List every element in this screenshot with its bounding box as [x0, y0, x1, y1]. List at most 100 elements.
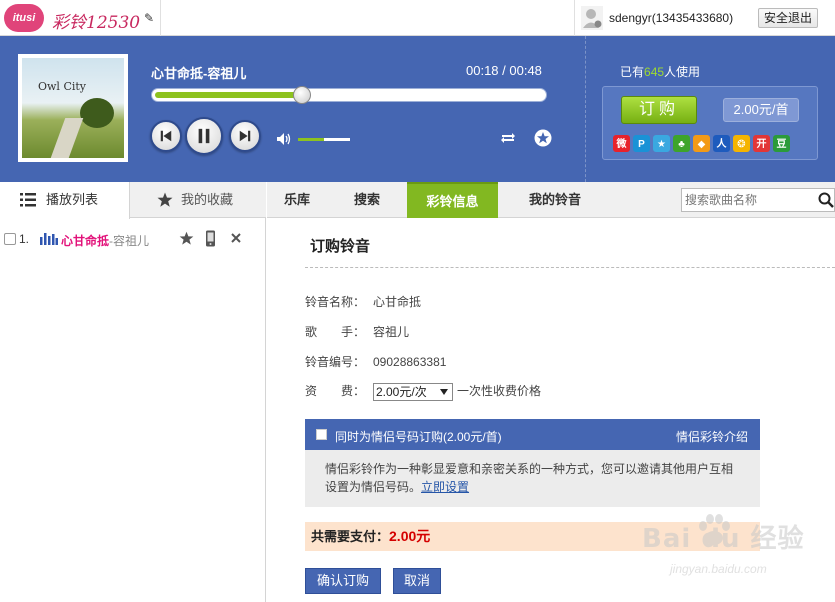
purchase-box: 订购 2.00元/首 微 P ★ ♣ ◆ 人 ❂ 开豆 [602, 86, 818, 160]
couple-desc-text: 情侣彩铃作为一种彰显爱意和亲密关系的一种方式，您可以邀请其他用户互相设置为情侣号… [325, 462, 734, 494]
album-art-tree [80, 98, 114, 128]
next-icon [239, 130, 251, 142]
album-cover: Owl City [18, 54, 128, 162]
favorite-icon[interactable] [179, 231, 194, 246]
tab-favorites[interactable]: 我的收藏 [131, 182, 266, 218]
user-count-prefix: 已有 [620, 65, 645, 79]
artist-value: 容祖儿 [373, 325, 410, 339]
buy-button[interactable]: 订购 [621, 96, 697, 124]
tab-playlist-label: 播放列表 [46, 192, 99, 207]
username: sdengyr(13435433680) [609, 11, 734, 25]
tab-favorites-label: 我的收藏 [181, 192, 234, 207]
user-count: 已有645人使用 [620, 63, 700, 80]
confirm-order-button[interactable]: 确认订购 [305, 568, 381, 594]
repeat-icon[interactable] [500, 131, 516, 145]
pause-button[interactable] [185, 117, 223, 155]
list-icon [20, 193, 36, 207]
cancel-button[interactable]: 取消 [393, 568, 441, 594]
playlist-item-artist: -容祖儿 [109, 234, 150, 248]
top-bar: itusi 彩铃12530 ✎ sdengyr(13435433680) 安全退… [0, 0, 835, 36]
star-icon [157, 192, 173, 207]
equalizer-icon [40, 233, 58, 245]
previous-icon [160, 130, 172, 142]
volume-fill [298, 138, 324, 141]
ringtone-code-value: 09028863381 [373, 355, 447, 369]
fee-label: 资 费： [305, 384, 366, 398]
progress-bar[interactable] [151, 86, 547, 104]
people-icon[interactable]: 人 [713, 135, 730, 152]
couple-ringtone-label: 同时为情侣号码订购(2.00元/首) [335, 430, 502, 444]
fee-note: 一次性收费价格 [457, 384, 542, 398]
clover-icon[interactable]: ♣ [673, 135, 690, 152]
playlist-item[interactable]: 1. 心甘命抵-容祖儿 [0, 230, 266, 250]
title-divider [305, 267, 835, 268]
box-icon[interactable]: ◆ [693, 135, 710, 152]
app-logo[interactable]: itusi 彩铃12530 ✎ [4, 4, 154, 33]
logout-button[interactable]: 安全退出 [758, 8, 818, 28]
ringtone-name-row: 铃音名称： 心甘命抵 [305, 293, 421, 310]
playlist-item-song: 心甘命抵 [61, 234, 110, 248]
progress-fill [155, 92, 300, 98]
renren-icon[interactable]: ★ [653, 135, 670, 152]
chevron-down-icon [440, 388, 448, 395]
tab-ringtone-info[interactable]: 彩铃信息 [407, 182, 498, 218]
player-panel: Owl City 心甘命抵-容祖儿 00:18 / 00:48 已有645人使用… [0, 36, 835, 182]
fee-select-value: 2.00元/次 [376, 384, 427, 399]
share-icons: 微 P ★ ♣ ◆ 人 ❂ 开豆 [613, 135, 793, 153]
order-content: 订购铃音 铃音名称： 心甘命抵 歌 手： 容祖儿 铃音编号： 09028863381 … [267, 219, 835, 602]
volume-slider[interactable] [298, 138, 350, 141]
couple-ringtone-intro-link[interactable]: 情侣彩铃介绍 [676, 428, 748, 445]
playlist-item-title: 心甘命抵-容祖儿 [61, 232, 149, 249]
favorite-star-icon[interactable] [534, 129, 552, 147]
total-amount: 2.00元 [389, 528, 431, 544]
tab-search[interactable]: 搜索 [337, 182, 397, 218]
qzone-icon[interactable]: P [633, 135, 650, 152]
previous-button[interactable] [150, 120, 182, 152]
album-art-title: Owl City [38, 80, 87, 93]
main-nav: 乐库 搜索 彩铃信息 我的铃音 [267, 182, 835, 218]
tab-my-ringtones[interactable]: 我的铃音 [505, 182, 605, 218]
ringtone-code-label: 铃音编号： [305, 355, 366, 369]
search-input[interactable] [682, 189, 812, 211]
ringtone-name-value: 心甘命抵 [373, 295, 422, 309]
fee-select[interactable]: 2.00元/次 [373, 382, 453, 401]
fee-row: 资 费： 2.00元/次 一次性收费价格 [305, 382, 541, 401]
total-label: 共需要支付： [311, 529, 390, 544]
album-art-road [50, 118, 84, 158]
total-payment: 共需要支付：2.00元 [305, 522, 760, 551]
left-panel: 播放列表 我的收藏 1. 心甘命抵-容祖儿 [0, 182, 266, 602]
kaixin-icon[interactable]: ❂ [733, 135, 750, 152]
sina-icon[interactable]: 微 [613, 135, 630, 152]
playlist-item-index: 1. [19, 232, 30, 246]
pause-icon [198, 128, 210, 144]
progress-knob[interactable] [293, 86, 311, 104]
artist-row: 歌 手： 容祖儿 [305, 323, 409, 340]
kai-icon[interactable]: 开 [753, 135, 770, 152]
now-playing-title: 心甘命抵-容祖儿 [151, 66, 247, 81]
user-avatar-icon [581, 6, 603, 30]
volume-icon[interactable] [276, 132, 292, 146]
user-count-number: 645 [644, 65, 665, 79]
logo-badge: itusi [4, 4, 44, 32]
tab-library[interactable]: 乐库 [267, 182, 327, 218]
divider [160, 0, 161, 36]
douban-icon[interactable]: 豆 [773, 135, 790, 152]
artist-label: 歌 手： [305, 325, 366, 339]
search-box [681, 188, 835, 212]
close-icon[interactable] [229, 231, 243, 245]
tab-playlist[interactable]: 播放列表 [0, 182, 130, 219]
edit-icon[interactable]: ✎ [144, 11, 154, 25]
playlist-item-checkbox[interactable] [4, 233, 16, 245]
next-button[interactable] [229, 120, 261, 152]
left-tabs: 播放列表 我的收藏 [0, 182, 266, 219]
setup-now-link[interactable]: 立即设置 [421, 480, 469, 494]
set-ringtone-icon[interactable] [204, 230, 217, 247]
price-tag: 2.00元/首 [723, 98, 799, 122]
user-count-suffix: 人使用 [664, 65, 701, 79]
ringtone-name-label: 铃音名称： [305, 295, 366, 309]
couple-ringtone-checkbox[interactable] [316, 429, 327, 440]
search-icon[interactable] [818, 192, 834, 208]
couple-ringtone-description: 情侣彩铃作为一种彰显爱意和亲密关系的一种方式，您可以邀请其他用户互相设置为情侣号… [305, 450, 760, 507]
user-box: sdengyr(13435433680) [574, 0, 733, 36]
now-playing-time: 00:18 / 00:48 [466, 63, 542, 78]
